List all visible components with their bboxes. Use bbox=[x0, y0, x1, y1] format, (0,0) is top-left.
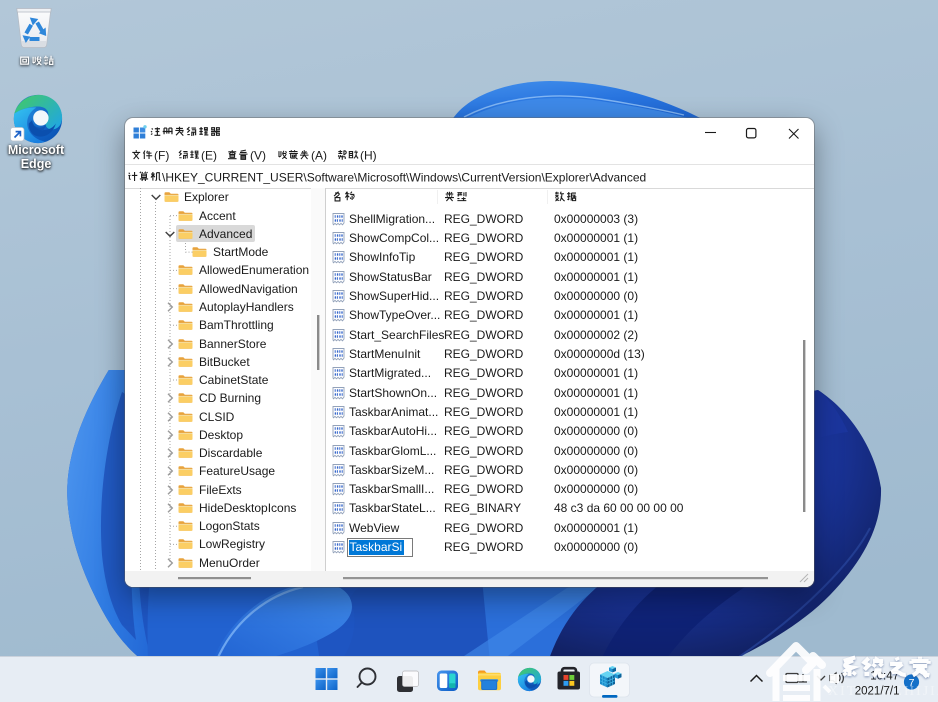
svg-text:(E): (E) bbox=[201, 149, 217, 163]
svg-text:2021/7/1: 2021/7/1 bbox=[855, 686, 900, 698]
svg-text:(A): (A) bbox=[311, 149, 327, 163]
svg-text:(V): (V) bbox=[250, 149, 266, 163]
svg-text:(F): (F) bbox=[154, 149, 169, 163]
svg-text:(H): (H) bbox=[360, 149, 377, 163]
svg-text:\HKEY_CURRENT_USER\Software\Mi: \HKEY_CURRENT_USER\Software\Microsoft\Wi… bbox=[162, 171, 646, 185]
